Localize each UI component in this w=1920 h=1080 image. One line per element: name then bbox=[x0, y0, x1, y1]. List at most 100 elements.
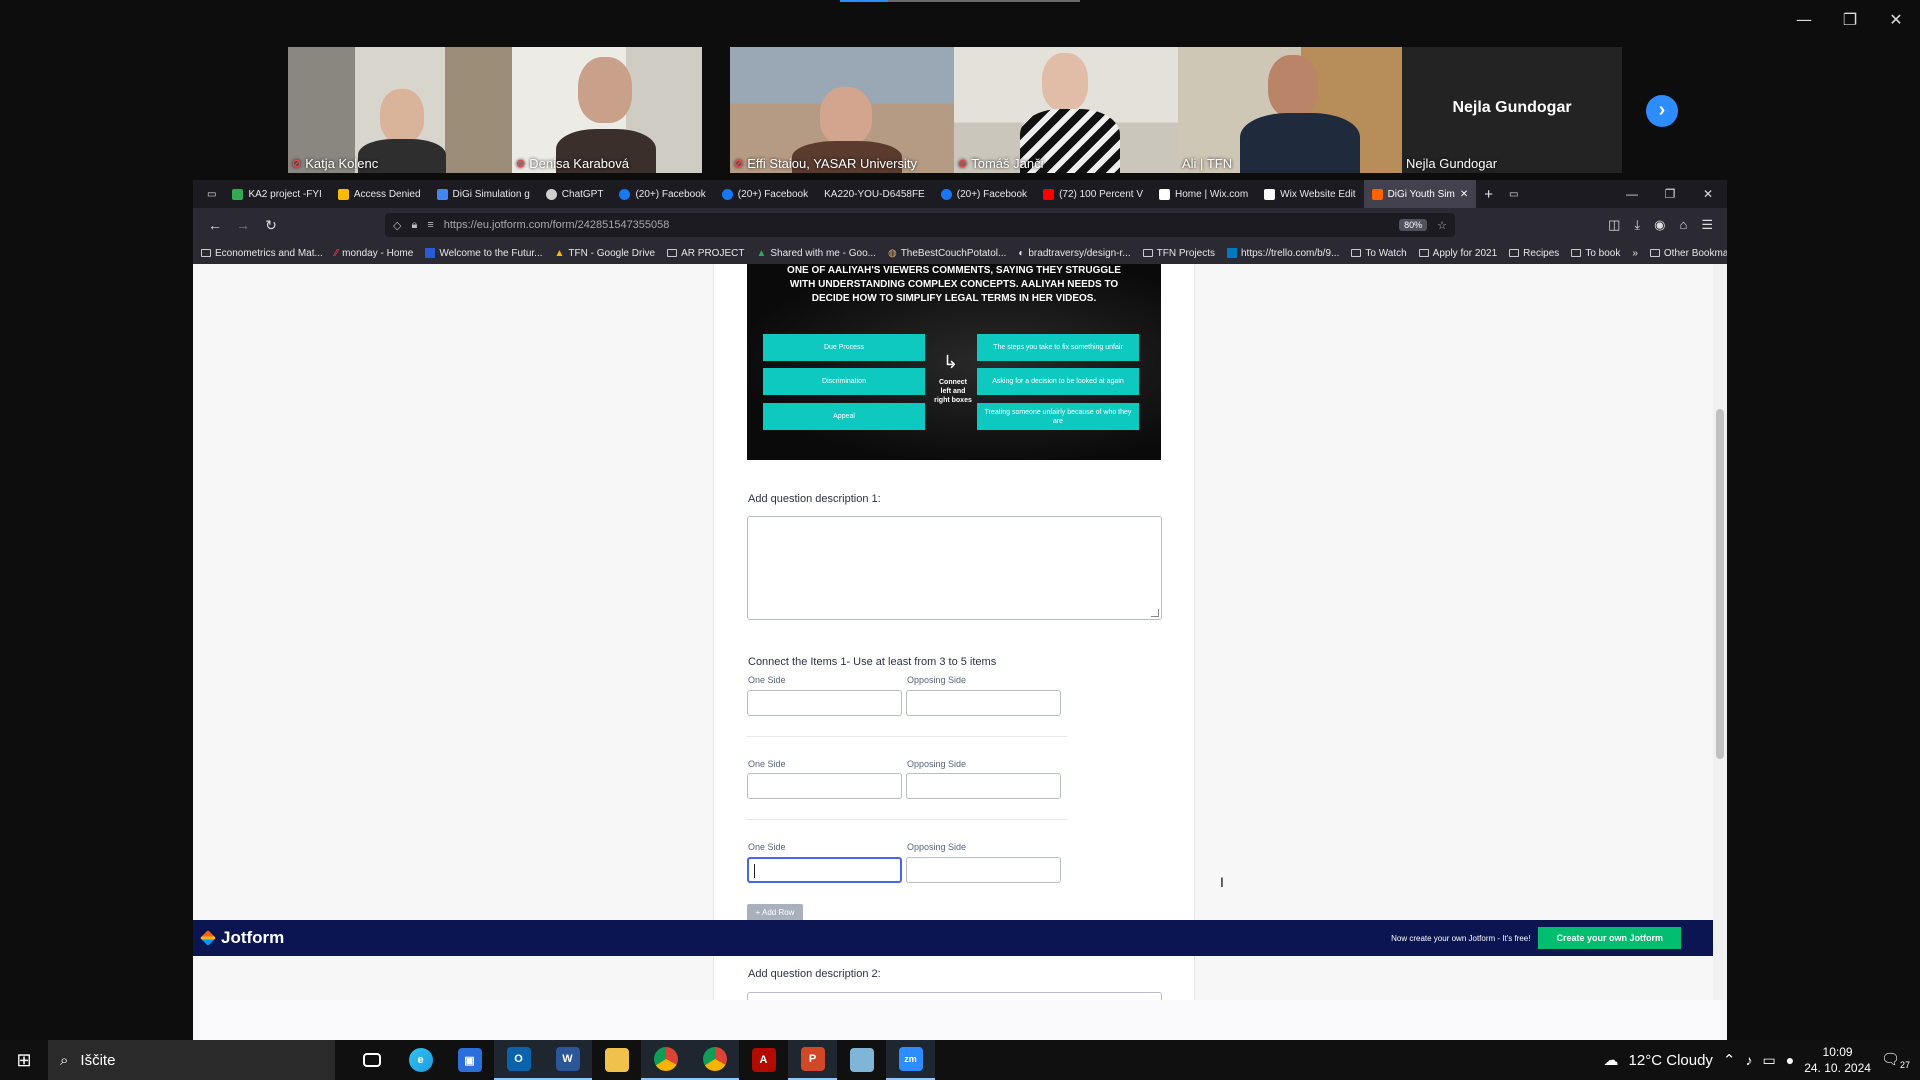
taskbar-search[interactable]: ⌕ Iščite bbox=[48, 1040, 335, 1080]
tab[interactable]: (72) 100 Percent V bbox=[1035, 180, 1151, 208]
tab[interactable]: (20+) Facebook bbox=[714, 180, 816, 208]
one-side-input[interactable] bbox=[747, 690, 902, 716]
tab-active[interactable]: DiGi Youth Sim ✕ bbox=[1363, 180, 1477, 208]
tab[interactable]: KA220-YOU-D6458FE bbox=[816, 180, 933, 208]
tab[interactable]: ChatGPT bbox=[538, 180, 612, 208]
tab[interactable]: (20+) Facebook bbox=[611, 180, 713, 208]
weather-text[interactable]: 12°C Cloudy bbox=[1629, 1052, 1713, 1069]
windows-start-icon[interactable]: ⊞ bbox=[0, 1050, 48, 1071]
chevron-up-icon[interactable]: ⌃ bbox=[1723, 1051, 1736, 1069]
address-bar[interactable]: ◇ 🔒︎ ≡ https://eu.jotform.com/form/24285… bbox=[385, 213, 1455, 237]
notepad-icon[interactable] bbox=[837, 1040, 886, 1080]
close-tab-icon[interactable]: ✕ bbox=[1460, 189, 1468, 200]
create-jotform-button[interactable]: Create your own Jotform bbox=[1538, 927, 1681, 949]
taskbar: ⊞ ⌕ Iščite e ▣ O W A P zm ☁ 12°C Cloudy … bbox=[0, 1040, 1920, 1080]
star-icon[interactable]: ☆ bbox=[1437, 219, 1447, 232]
bookmark[interactable]: To Watch bbox=[1351, 248, 1407, 259]
store-icon[interactable]: ▣ bbox=[445, 1040, 494, 1080]
outlook-icon[interactable]: O bbox=[494, 1040, 543, 1080]
bookmark[interactable]: TFN Projects bbox=[1142, 248, 1215, 259]
tab[interactable]: Access Denied bbox=[330, 180, 429, 208]
tab-overview-icon[interactable]: ▭ bbox=[1501, 180, 1526, 208]
participant-name: Nejla Gundogar bbox=[1406, 156, 1498, 171]
video-tile[interactable]: ⊘ Denisa Karabová bbox=[512, 47, 702, 173]
opposing-side-input[interactable] bbox=[906, 857, 1061, 883]
restore-icon[interactable]: ❐ bbox=[1651, 187, 1689, 201]
bookmark[interactable]: Recipes bbox=[1509, 248, 1559, 259]
other-bookmarks[interactable]: Other Bookmarks bbox=[1649, 248, 1727, 259]
participant-name: ⊘ Tomáš Janči bbox=[958, 156, 1044, 171]
page-scrollbar[interactable] bbox=[1713, 264, 1727, 1000]
permissions-icon[interactable]: ≡ bbox=[427, 219, 433, 231]
powerpoint-icon[interactable]: P bbox=[788, 1040, 837, 1080]
download-icon[interactable]: ⤓ bbox=[1634, 217, 1640, 233]
minimize-icon[interactable]: — bbox=[1784, 8, 1824, 32]
tab[interactable]: Home | Wix.com bbox=[1151, 180, 1256, 208]
menu-icon[interactable]: ☰ bbox=[1701, 217, 1713, 233]
bookmark[interactable]: Welcome to the Futur... bbox=[425, 248, 543, 259]
scrollbar-thumb[interactable] bbox=[1716, 409, 1724, 759]
microphone-icon[interactable]: ● bbox=[1786, 1052, 1794, 1068]
bookmark[interactable]: AR PROJECT bbox=[667, 248, 744, 259]
description-2-textarea[interactable] bbox=[747, 992, 1162, 1000]
word-icon[interactable]: W bbox=[543, 1040, 592, 1080]
row-divider bbox=[747, 736, 1067, 737]
tab[interactable]: KA2 project -FYI bbox=[224, 180, 329, 208]
bookmark[interactable]: Apply for 2021 bbox=[1418, 248, 1497, 259]
forward-icon[interactable]: → bbox=[229, 217, 257, 233]
acrobat-icon[interactable]: A bbox=[739, 1040, 788, 1080]
more-bookmarks-icon[interactable]: » bbox=[1632, 248, 1638, 259]
bookmark[interactable]: ▲ TFN - Google Drive bbox=[555, 248, 656, 259]
video-tile[interactable]: ⊘ Effi Staiou, YASAR University bbox=[730, 47, 954, 173]
account-icon[interactable]: ◉ bbox=[1654, 217, 1665, 233]
jotform-logo[interactable]: Jotform bbox=[200, 928, 284, 948]
close-icon[interactable]: ✕ bbox=[1876, 8, 1916, 32]
notifications-icon[interactable]: 🗨︎27 bbox=[1881, 1050, 1910, 1070]
list-tabs-icon[interactable]: ▭ bbox=[199, 180, 224, 208]
minimize-icon[interactable]: — bbox=[1613, 187, 1651, 201]
bookmark[interactable]: To book bbox=[1571, 248, 1620, 259]
bookmark[interactable]: ⁄⁄ monday - Home bbox=[335, 248, 413, 259]
opposing-side-input[interactable] bbox=[906, 690, 1061, 716]
bookmark[interactable]: Econometrics and Mat... bbox=[201, 248, 323, 259]
zoom-icon[interactable]: zm bbox=[886, 1040, 935, 1080]
network-icon[interactable]: ▭ bbox=[1763, 1052, 1776, 1069]
weather-icon[interactable]: ☁ bbox=[1604, 1051, 1619, 1069]
video-tile-no-video[interactable]: Nejla Gundogar Nejla Gundogar bbox=[1402, 47, 1622, 173]
video-tile-active-speaker[interactable]: Ali | TFN bbox=[1178, 47, 1402, 173]
file-explorer-icon[interactable] bbox=[592, 1040, 641, 1080]
zoom-level-badge[interactable]: 80% bbox=[1399, 219, 1428, 231]
speaker-icon[interactable]: ♪ bbox=[1746, 1052, 1753, 1068]
task-view-icon[interactable] bbox=[347, 1040, 396, 1080]
close-icon[interactable]: ✕ bbox=[1689, 187, 1727, 201]
pocket-icon[interactable]: ◫ bbox=[1608, 217, 1620, 233]
edge-icon[interactable]: e bbox=[396, 1040, 445, 1080]
chrome-icon[interactable] bbox=[641, 1040, 690, 1080]
extensions-icon[interactable]: ⌂ bbox=[1679, 217, 1687, 233]
description-2-label: Add question description 2: bbox=[748, 968, 881, 980]
chrome-profile-icon[interactable] bbox=[690, 1040, 739, 1080]
url-text[interactable]: https://eu.jotform.com/form/242851547355… bbox=[444, 219, 670, 231]
bookmark[interactable]: https://trello.com/b/9... bbox=[1226, 248, 1339, 259]
shield-icon[interactable]: ◇ bbox=[393, 219, 401, 232]
bookmark[interactable]: ▲ Shared with me - Goo... bbox=[756, 248, 876, 259]
back-icon[interactable]: ← bbox=[201, 217, 229, 233]
video-tile[interactable]: ⊘ Katja Kolenc bbox=[288, 47, 512, 173]
new-tab-icon[interactable]: + bbox=[1476, 180, 1501, 208]
resize-handle-icon[interactable] bbox=[1151, 609, 1159, 617]
bookmark[interactable]: ◍ TheBestCouchPotatol... bbox=[888, 248, 1006, 259]
one-side-input-focused[interactable] bbox=[747, 857, 902, 883]
one-side-input[interactable] bbox=[747, 773, 902, 799]
next-page-arrow-icon[interactable]: › bbox=[1646, 95, 1678, 127]
restore-icon[interactable]: ❐ bbox=[1830, 8, 1870, 32]
video-tile[interactable]: ⊘ Tomáš Janči bbox=[954, 47, 1178, 173]
reload-icon[interactable]: ↻ bbox=[257, 217, 285, 234]
tab[interactable]: (20+) Facebook bbox=[933, 180, 1035, 208]
opposing-side-input[interactable] bbox=[906, 773, 1061, 799]
lock-icon[interactable]: 🔒︎ bbox=[411, 219, 417, 232]
clock[interactable]: 10:09 24. 10. 2024 bbox=[1804, 1044, 1871, 1076]
tab[interactable]: Wix Website Edit bbox=[1256, 180, 1363, 208]
tab[interactable]: DiGi Simulation g bbox=[429, 180, 538, 208]
bookmark[interactable]: ◐ bradtraversy/design-r... bbox=[1018, 248, 1130, 259]
description-1-textarea[interactable] bbox=[747, 516, 1162, 620]
